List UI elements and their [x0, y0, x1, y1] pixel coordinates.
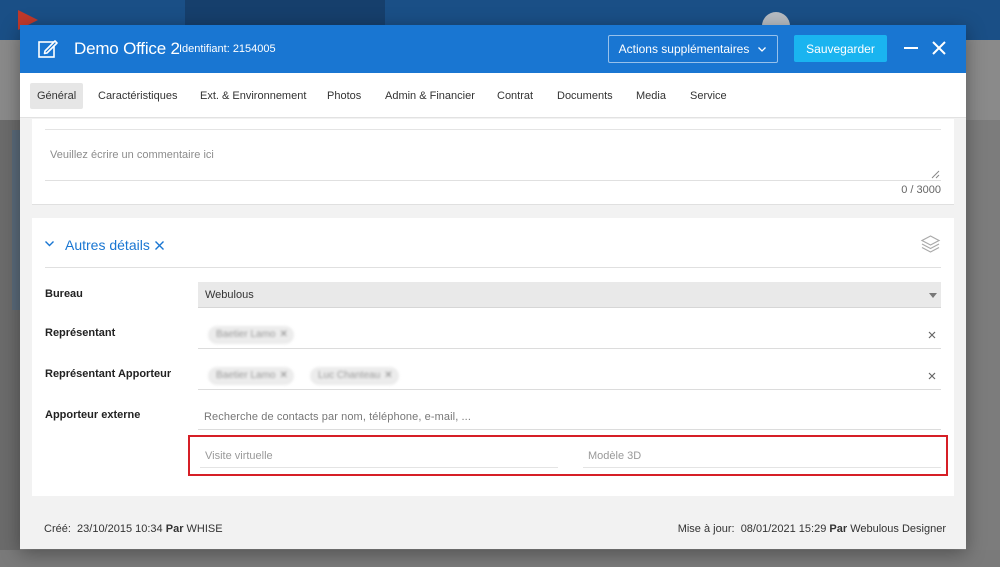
tab-admin-financier[interactable]: Admin & Financier: [378, 83, 482, 109]
created-by: WHISE: [186, 523, 223, 535]
background-image: [12, 130, 20, 310]
close-icon[interactable]: [930, 39, 948, 57]
clear-icon[interactable]: [928, 331, 936, 339]
divider: [45, 267, 941, 268]
remove-section-icon[interactable]: [154, 240, 165, 251]
other-details-card: Autres détails Bureau Webulous Représent…: [32, 218, 954, 496]
created-by-label: Par: [165, 523, 184, 535]
layers-icon[interactable]: [920, 234, 941, 254]
property-identifier: Identifiant: 2154005: [179, 43, 276, 55]
comment-textarea[interactable]: Veuillez écrire un commentaire ici: [50, 149, 214, 161]
representant-apporteur-field[interactable]: Baetier Lamo ✕ Luc Chanteau ✕: [198, 362, 941, 390]
resize-handle-icon[interactable]: [931, 170, 940, 179]
updated-label: Mise à jour:: [677, 523, 735, 535]
section-title[interactable]: Autres détails: [65, 237, 150, 253]
modal-header: Demo Office 2 Identifiant: 2154005 Actio…: [20, 25, 966, 73]
divider: [45, 129, 941, 130]
chip-remove-icon[interactable]: ✕: [384, 370, 392, 381]
highlight-box: Visite virtuelle Modèle 3D: [188, 435, 948, 476]
save-button[interactable]: Sauvegarder: [794, 35, 887, 62]
chevron-down-icon: [758, 47, 767, 52]
tab-caracteristiques[interactable]: Caractéristiques: [91, 83, 184, 109]
representant-apporteur-label: Représentant Apporteur: [45, 368, 172, 380]
modal-title: Demo Office 2: [74, 39, 180, 58]
edit-icon: [38, 40, 58, 58]
tab-bar: Général Caractéristiques Ext. & Environn…: [20, 73, 966, 118]
bureau-label: Bureau: [45, 288, 83, 300]
created-label: Créé:: [44, 523, 71, 535]
chip-label: Baetier Lamo: [216, 329, 276, 340]
tab-photos[interactable]: Photos: [320, 83, 368, 109]
chip-remove-icon[interactable]: ✕: [279, 370, 287, 381]
tab-service[interactable]: Service: [683, 83, 734, 109]
chip-remove-icon[interactable]: ✕: [279, 329, 287, 340]
background-panel-right: [966, 120, 1000, 567]
background-panel-left: [0, 120, 20, 567]
created-info: Créé: 23/10/2015 10:34 Par WHISE: [44, 523, 223, 535]
caret-down-icon: [929, 293, 937, 298]
representant-label: Représentant: [45, 327, 116, 339]
bureau-value: Webulous: [205, 289, 254, 301]
chip-label: Luc Chanteau: [318, 370, 381, 381]
representant-field[interactable]: Baetier Lamo ✕: [198, 321, 941, 349]
representant-chip[interactable]: Baetier Lamo ✕: [208, 326, 294, 344]
character-counter: 0 / 3000: [901, 184, 941, 196]
apporteur-externe-label: Apporteur externe: [45, 409, 141, 421]
updated-by-label: Par: [829, 523, 848, 535]
updated-by: Webulous Designer: [850, 523, 946, 535]
tab-general[interactable]: Général: [30, 83, 84, 109]
background-bottom: [0, 550, 1000, 567]
representant-apporteur-chip[interactable]: Baetier Lamo ✕: [208, 367, 294, 385]
comment-card: Veuillez écrire un commentaire ici 0 / 3…: [32, 119, 954, 205]
bureau-select[interactable]: Webulous: [198, 282, 941, 308]
chip-label: Baetier Lamo: [216, 370, 276, 381]
tab-contrat[interactable]: Contrat: [490, 83, 540, 109]
updated-info: Mise à jour: 08/01/2021 15:29 Par Webulo…: [678, 523, 946, 535]
contact-search-placeholder: Recherche de contacts par nom, téléphone…: [204, 411, 471, 423]
more-actions-label: Actions supplémentaires: [618, 42, 750, 56]
tab-documents[interactable]: Documents: [550, 83, 620, 109]
tab-ext-environnement[interactable]: Ext. & Environnement: [193, 83, 313, 109]
3d-model-input[interactable]: Modèle 3D: [583, 446, 941, 468]
representant-apporteur-chip[interactable]: Luc Chanteau ✕: [310, 367, 399, 385]
created-date: 23/10/2015 10:34: [77, 523, 163, 535]
edit-property-modal: Demo Office 2 Identifiant: 2154005 Actio…: [20, 25, 966, 549]
contact-search-input[interactable]: Recherche de contacts par nom, téléphone…: [198, 402, 941, 430]
virtual-tour-input[interactable]: Visite virtuelle: [200, 446, 558, 468]
divider: [45, 180, 941, 181]
collapse-chevron-icon[interactable]: [44, 238, 55, 249]
more-actions-button[interactable]: Actions supplémentaires: [608, 35, 778, 63]
minimize-icon[interactable]: [902, 39, 920, 57]
updated-date: 08/01/2021 15:29: [740, 523, 827, 535]
tab-media[interactable]: Media: [629, 83, 673, 109]
clear-icon[interactable]: [928, 372, 936, 380]
